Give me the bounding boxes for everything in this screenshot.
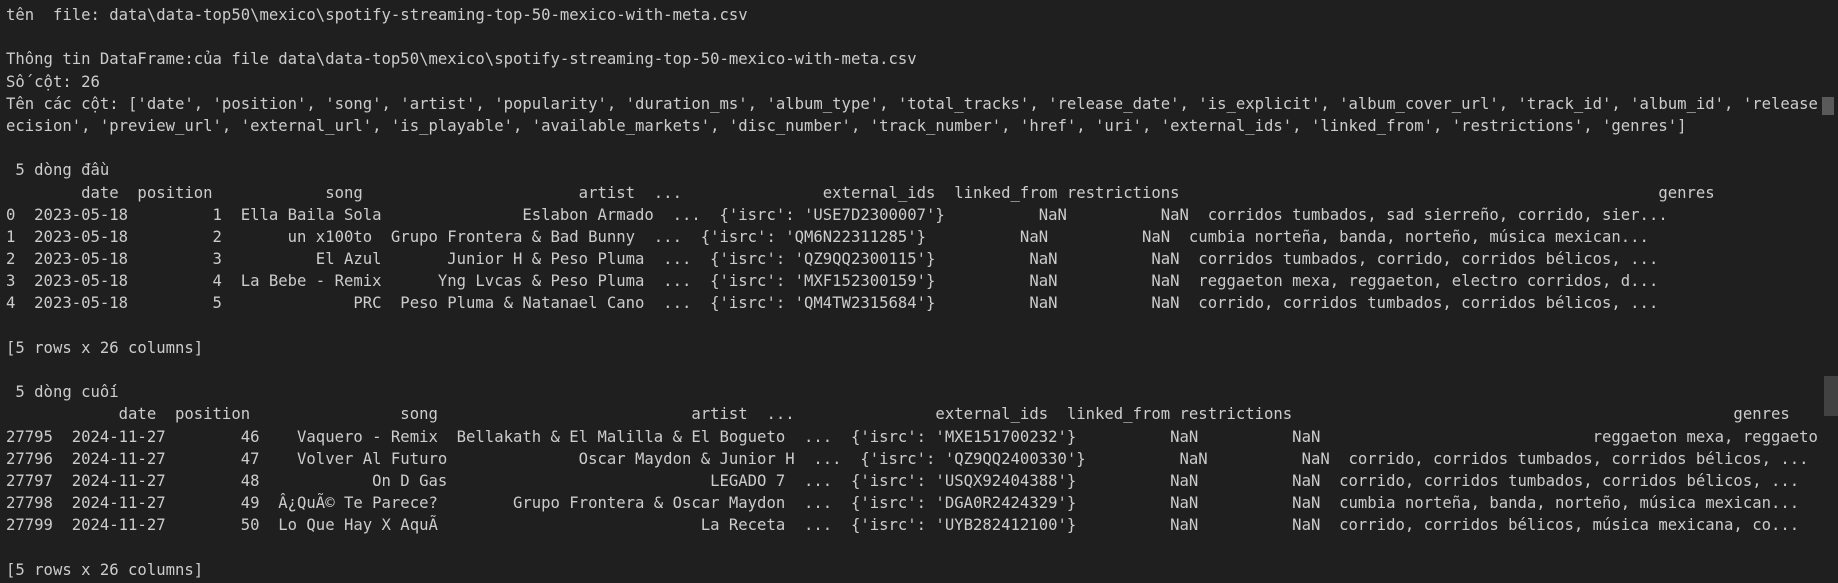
head-section-title: 5 dòng đầu — [6, 161, 110, 180]
table-row: 0 2023-05-18 1 Ella Baila Sola Eslabon A… — [6, 205, 1668, 224]
table-row: 2 2023-05-18 3 El Azul Junior H & Peso P… — [6, 250, 1659, 269]
scrollbar-marker — [1822, 97, 1834, 115]
column-names-line-wrap: ecision', 'preview_url', 'external_url',… — [6, 116, 1687, 135]
table-row: 1 2023-05-18 2 un x100to Grupo Frontera … — [6, 227, 1649, 246]
head-shape-summary: [5 rows x 26 columns] — [6, 338, 204, 357]
file-name-line: tên file: data\data-top50\mexico\spotify… — [6, 6, 748, 24]
column-names-line: Tên các cột: ['date', 'position', 'song'… — [6, 94, 1838, 113]
table-row: 4 2023-05-18 5 PRC Peso Pluma & Natanael… — [6, 294, 1659, 313]
table-row: 27796 2024-11-27 47 Volver Al Futuro Osc… — [6, 449, 1809, 468]
table-row: 27799 2024-11-27 50 Lo Que Hay X AquÃ La… — [6, 516, 1800, 535]
head-table-header: date position song artist ... external_i… — [6, 183, 1715, 202]
table-row: 3 2023-05-18 4 La Bebe - Remix Yng Lvcas… — [6, 272, 1659, 291]
table-row: 27795 2024-11-27 46 Vaquero - Remix Bell… — [6, 427, 1828, 446]
table-row: 27797 2024-11-27 48 On D Gas LEGADO 7 ..… — [6, 471, 1800, 490]
table-row: 27798 2024-11-27 49 Â¿QuÃ© Te Parece? Gr… — [6, 494, 1800, 513]
dataframe-info-line: Thông tin DataFrame:của file data\data-t… — [6, 50, 917, 69]
column-count-line: Số cột: 26 — [6, 72, 100, 91]
tail-table-header: date position song artist ... external_i… — [6, 405, 1790, 424]
vertical-scrollbar[interactable] — [1818, 0, 1838, 583]
tail-shape-summary: [5 rows x 26 columns] — [6, 560, 204, 579]
terminal-output: tên file: data\data-top50\mexico\spotify… — [0, 0, 1838, 583]
scrollbar-thumb[interactable] — [1824, 376, 1838, 416]
tail-section-title: 5 dòng cuối — [6, 383, 119, 402]
